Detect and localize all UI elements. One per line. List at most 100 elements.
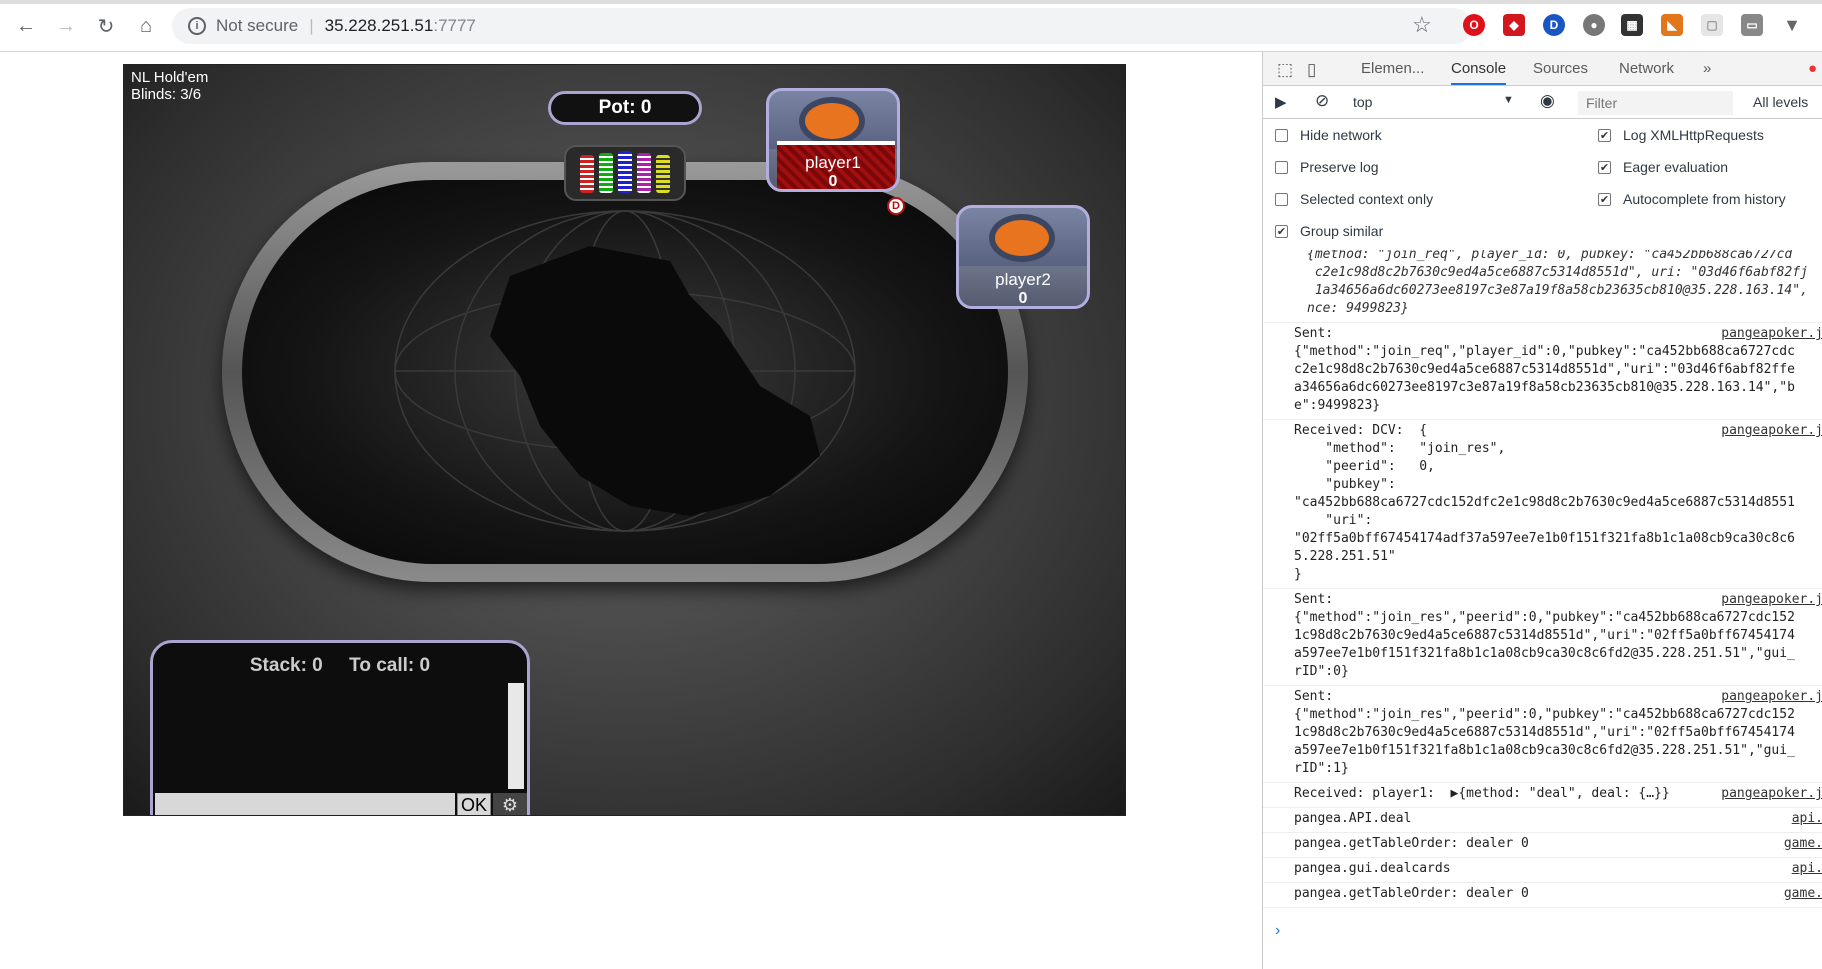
to-call-label: To call: 0 [349, 655, 431, 676]
selected-context-option[interactable]: Selected context only [1275, 191, 1433, 207]
tab-network[interactable]: Network [1619, 60, 1674, 77]
forward-icon[interactable]: → [52, 12, 80, 40]
puzzle-extension-icon[interactable]: ▢ [1701, 14, 1723, 36]
chevron-down-icon[interactable]: ▼ [1503, 94, 1514, 106]
chat-scrollbar[interactable] [508, 683, 524, 789]
source-link[interactable]: pangeapoker.j [1721, 325, 1822, 343]
tab-strip-edge [0, 0, 1822, 4]
back-icon[interactable]: ← [12, 12, 40, 40]
yellow-chip-stack [656, 155, 670, 193]
blinds-label: Blinds: 3/6 [131, 86, 202, 103]
window-extension-icon[interactable]: ▭ [1741, 14, 1763, 36]
opera-extension-icon[interactable]: O [1463, 14, 1485, 36]
devtools-panel: ⬚ ▯ Elemen... Console Sources Network » … [1262, 52, 1822, 969]
console-messages: {method: "join_req", player_id: 0, pubke… [1263, 250, 1822, 919]
green-chip-stack [599, 153, 613, 193]
source-link[interactable]: api. [1792, 860, 1822, 878]
stack-label: Stack: 0 [249, 655, 323, 676]
option-label: Preserve log [1300, 159, 1379, 175]
option-label: Autocomplete from history [1623, 191, 1786, 207]
device-toolbar-icon[interactable]: ▯ [1307, 60, 1316, 80]
source-link[interactable]: pangeapoker.j [1721, 688, 1822, 706]
source-link[interactable]: pangeapoker.j [1721, 591, 1822, 609]
pot-display: Pot: 0 [548, 91, 702, 125]
table-info: NL Hold'em Blinds: 3/6 [131, 69, 208, 103]
source-link[interactable]: game. [1784, 885, 1822, 903]
console-message[interactable]: Received: player1: ▶{method: "deal", dea… [1263, 783, 1822, 808]
message-text: Sent: {"method":"join_res","peerid":0,"p… [1294, 592, 1795, 679]
console-message: Sent: {"method":"join_res","peerid":0,"p… [1263, 589, 1822, 686]
source-link[interactable]: pangeapoker.j [1721, 422, 1822, 440]
sidebar-toggle-icon[interactable]: ▶ [1275, 93, 1287, 111]
qr-extension-icon[interactable]: ▦ [1621, 14, 1643, 36]
preserve-log-option[interactable]: Preserve log [1275, 159, 1379, 175]
address-bar[interactable]: i Not secure | 35.228.251.51:7777 [172, 8, 1472, 44]
red-chip-stack [580, 155, 594, 193]
checkbox-checked[interactable]: ✔ [1275, 224, 1288, 238]
fox-extension-icon[interactable]: ◣ [1661, 14, 1683, 36]
console-prompt[interactable]: › [1275, 922, 1280, 940]
log-xhr-option[interactable]: ✔ Log XMLHttpRequests [1598, 127, 1764, 143]
console-message[interactable]: {method: "join_req", player_id: 0, pubke… [1263, 250, 1822, 323]
gear-icon[interactable]: ⚙ [493, 793, 527, 815]
purple-chip-stack [637, 153, 651, 193]
source-link[interactable]: api. [1792, 810, 1822, 828]
message-text: Sent: {"method":"join_req","player_id":0… [1294, 326, 1795, 413]
devtools-tabs: ⬚ ▯ Elemen... Console Sources Network » … [1263, 52, 1822, 86]
eye-icon[interactable]: ◉ [1540, 91, 1555, 111]
info-icon[interactable]: i [188, 17, 206, 35]
message-text: pangea.API.deal [1294, 811, 1412, 826]
option-label: Group similar [1300, 223, 1384, 239]
player-name: player1 [805, 153, 861, 172]
option-label: Log XMLHttpRequests [1623, 127, 1764, 143]
checkbox-checked[interactable]: ✔ [1598, 192, 1611, 206]
bookmark-star-icon[interactable]: ☆ [1412, 12, 1432, 38]
group-similar-option[interactable]: ✔ Group similar [1275, 223, 1383, 239]
action-panel: Stack: 0 To call: 0 OK ⚙ [150, 640, 530, 815]
source-link[interactable]: game. [1784, 835, 1822, 853]
tab-sources[interactable]: Sources [1533, 60, 1588, 77]
checkbox-checked[interactable]: ✔ [1598, 160, 1611, 174]
message-text: Received: DCV: { "method": "join_res", "… [1294, 423, 1795, 582]
chat-input[interactable] [155, 793, 455, 815]
checkbox[interactable] [1275, 192, 1288, 206]
url-separator: | [309, 16, 314, 35]
console-toolbar: ▶ ⊘ top ▼ ◉ All levels [1263, 87, 1822, 119]
levels-select[interactable]: All levels [1753, 94, 1808, 110]
hide-network-option[interactable]: Hide network [1275, 127, 1382, 143]
poker-game-canvas: NL Hold'em Blinds: 3/6 Pot: 0 player1 0 [123, 64, 1126, 816]
vivaldi-extension-icon[interactable]: ▼ [1781, 14, 1803, 36]
source-link[interactable]: pangeapoker.j [1721, 785, 1822, 803]
seat-player2[interactable]: player2 0 [956, 205, 1090, 309]
more-tabs-icon[interactable]: » [1703, 60, 1711, 77]
url-port: :7777 [433, 16, 476, 35]
tab-console[interactable]: Console [1451, 60, 1507, 85]
option-label: Eager evaluation [1623, 159, 1729, 175]
context-select[interactable]: top [1353, 94, 1372, 110]
filter-input[interactable] [1578, 91, 1733, 115]
console-message: pangea.getTableOrder: dealer 0 game. [1263, 833, 1822, 858]
autocomplete-option[interactable]: ✔ Autocomplete from history [1598, 191, 1786, 207]
console-message: pangea.gui.dealcards api. [1263, 858, 1822, 883]
panel-header: Stack: 0 To call: 0 [153, 655, 527, 677]
table-felt [242, 180, 1008, 564]
red-extension-icon[interactable]: ◆ [1503, 14, 1525, 36]
home-icon[interactable]: ⌂ [132, 12, 160, 40]
circle-extension-icon[interactable]: ● [1583, 14, 1605, 36]
message-text: pangea.getTableOrder: dealer 0 [1294, 836, 1529, 851]
d-extension-icon[interactable]: D [1543, 14, 1565, 36]
checkbox[interactable] [1275, 128, 1288, 142]
tab-elements[interactable]: Elemen... [1361, 60, 1424, 77]
checkbox-checked[interactable]: ✔ [1598, 128, 1611, 142]
ok-button[interactable]: OK [457, 793, 491, 815]
eager-evaluation-option[interactable]: ✔ Eager evaluation [1598, 159, 1728, 175]
reload-icon[interactable]: ↻ [92, 12, 120, 40]
option-label: Selected context only [1300, 191, 1434, 207]
console-message: Received: DCV: { "method": "join_res", "… [1263, 420, 1822, 589]
clear-console-icon[interactable]: ⊘ [1315, 91, 1329, 111]
inspect-icon[interactable]: ⬚ [1277, 60, 1293, 80]
seat-player1[interactable]: player1 0 [766, 88, 900, 192]
checkbox[interactable] [1275, 160, 1288, 174]
game-variant: NL Hold'em [131, 69, 209, 86]
error-close-icon[interactable]: ● [1808, 60, 1817, 77]
